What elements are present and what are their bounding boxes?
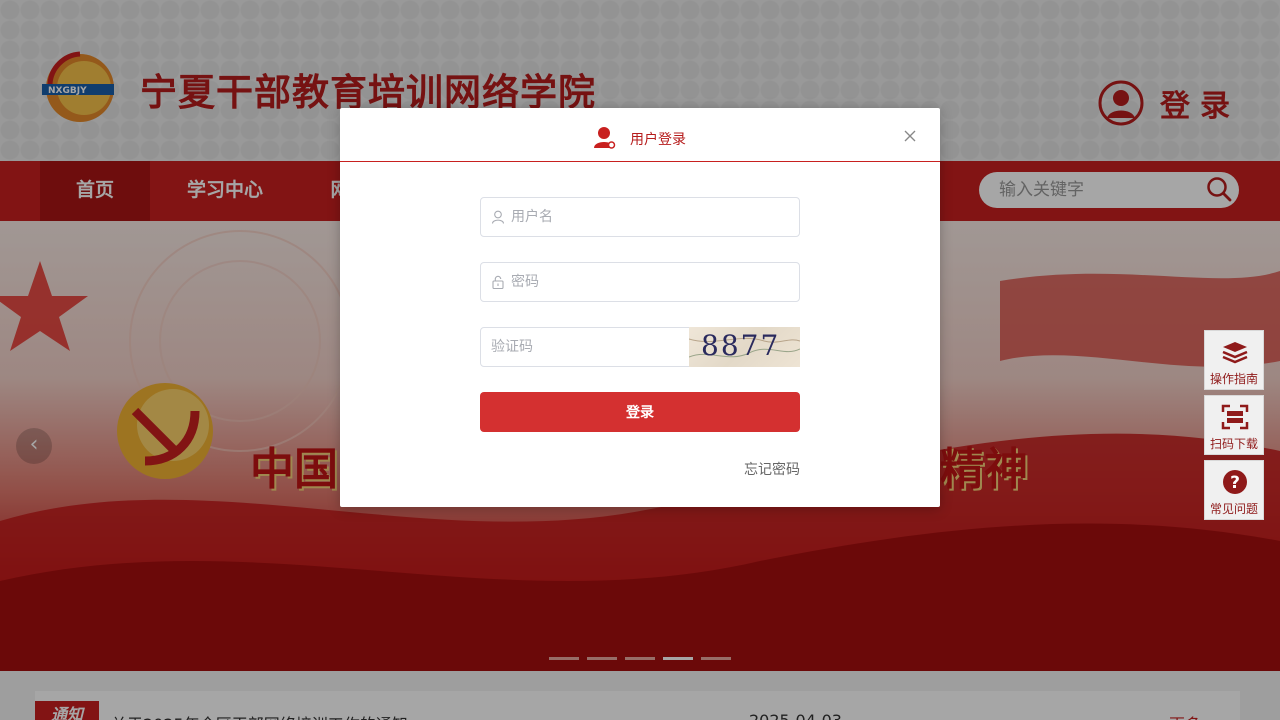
book-stack-icon xyxy=(1222,342,1248,364)
faq-label: 常见问题 xyxy=(1209,502,1258,516)
scan-qr-icon xyxy=(1221,404,1249,430)
username-field xyxy=(480,197,800,237)
user-icon xyxy=(594,127,616,149)
question-icon: ? xyxy=(1223,470,1247,494)
password-field xyxy=(480,262,800,302)
user-outline-icon xyxy=(491,210,505,224)
download-button[interactable]: 扫码下载 xyxy=(1204,395,1264,455)
login-modal: 用户登录 8877 登录 忘记密码 xyxy=(340,108,940,507)
captcha-field xyxy=(480,327,690,367)
forgot-password-link[interactable]: 忘记密码 xyxy=(744,459,800,479)
captcha-code: 8877 xyxy=(701,329,781,362)
captcha-input[interactable] xyxy=(491,328,681,366)
username-input[interactable] xyxy=(511,198,791,236)
login-submit-button[interactable]: 登录 xyxy=(480,392,800,432)
password-input[interactable] xyxy=(511,263,791,301)
close-icon[interactable] xyxy=(902,128,918,144)
lock-icon xyxy=(492,275,504,289)
modal-title: 用户登录 xyxy=(630,132,686,148)
guide-button[interactable]: 操作指南 xyxy=(1204,330,1264,390)
captcha-image[interactable]: 8877 xyxy=(689,327,800,367)
guide-label: 操作指南 xyxy=(1209,372,1258,386)
faq-button[interactable]: ? 常见问题 xyxy=(1204,460,1264,520)
download-label: 扫码下载 xyxy=(1209,437,1258,451)
svg-text:?: ? xyxy=(1230,473,1240,493)
modal-header: 用户登录 xyxy=(340,108,940,162)
